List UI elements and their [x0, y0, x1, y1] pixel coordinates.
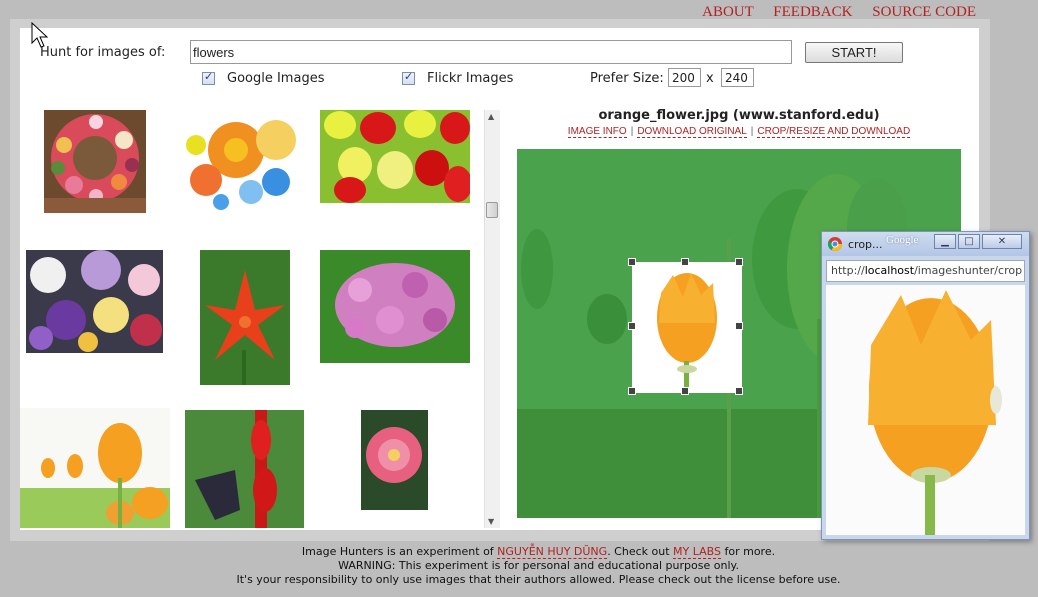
search-input[interactable]: flowers: [190, 40, 792, 64]
minimize-icon[interactable]: ▁: [934, 234, 956, 249]
chrome-icon: [828, 237, 842, 251]
width-input[interactable]: 200: [668, 68, 701, 87]
crop-handle-n[interactable]: [681, 258, 689, 266]
my-labs-link[interactable]: MY LABS: [673, 545, 721, 559]
url-scheme: http://: [831, 264, 865, 277]
popup-titlebar[interactable]: crop... Google ▁ □ ✕: [822, 232, 1029, 256]
red-lily-image: [200, 250, 290, 385]
thumbnail-red-lily[interactable]: [200, 250, 290, 385]
thumbnail-orange-tulips-field[interactable]: [20, 408, 170, 528]
footer-text-c: for more.: [720, 545, 776, 558]
scrollbar-thumb[interactable]: [486, 202, 498, 218]
size-separator: x: [706, 71, 714, 86]
crop-handle-s[interactable]: [681, 387, 689, 395]
popup-address-bar[interactable]: http://localhost/imageshunter/crop: [826, 260, 1025, 282]
flickr-images-label: Flickr Images: [427, 71, 514, 86]
source-code-link[interactable]: SOURCE CODE: [872, 4, 976, 20]
scroll-up-icon[interactable]: ▲: [488, 112, 494, 121]
link-separator: |: [750, 126, 754, 137]
flickr-images-checkbox[interactable]: [402, 70, 415, 85]
crop-resize-download-link[interactable]: CROP/RESIZE AND DOWNLOAD: [757, 126, 911, 138]
crop-handle-sw[interactable]: [628, 387, 636, 395]
footer-text-b: . Check out: [607, 545, 674, 558]
start-button[interactable]: START!: [805, 42, 903, 63]
maximize-icon[interactable]: □: [958, 234, 980, 249]
painted-flowers-image: [181, 110, 304, 213]
url-path: /imageshunter/crop: [914, 264, 1023, 277]
mouse-cursor-icon: [31, 22, 49, 48]
crop-popup-window: crop... Google ▁ □ ✕ http://localhost/im…: [821, 231, 1030, 540]
footer-text-a: Image Hunters is an experiment of: [301, 545, 498, 558]
google-images-label: Google Images: [227, 71, 325, 86]
pink-spirea-image: [320, 250, 470, 363]
search-label: Hunt for images of:: [40, 45, 166, 60]
pink-camellia-image: [361, 410, 428, 510]
prefer-size-label: Prefer Size:: [590, 71, 664, 86]
preview-title: orange_flower.jpg (www.stanford.edu): [598, 108, 880, 123]
link-separator: |: [630, 126, 634, 137]
footer: Image Hunters is an experiment of NGUYỄN…: [0, 545, 1038, 587]
thumbnail-butterfly-red-flower[interactable]: [185, 410, 304, 528]
footer-license: It's your responsibility to only use ima…: [236, 573, 841, 586]
flower-wreath-image: [44, 110, 146, 213]
thumbnails-scrollbar[interactable]: ▲ ▼: [484, 110, 500, 528]
thumbnail-painted-flowers[interactable]: [181, 110, 304, 213]
crop-handle-ne[interactable]: [735, 258, 743, 266]
footer-warning: WARNING: This experiment is for personal…: [338, 559, 739, 572]
scroll-down-icon[interactable]: ▼: [488, 517, 494, 526]
orange-tulips-field-image: [20, 408, 170, 528]
popup-content: [826, 285, 1025, 535]
thumbnail-red-yellow-tulips[interactable]: [320, 110, 470, 203]
close-icon[interactable]: ✕: [982, 234, 1022, 249]
url-host: localhost: [864, 264, 915, 277]
thumbnail-flower-wreath[interactable]: [44, 110, 146, 213]
thumbnail-pink-spirea[interactable]: [320, 250, 470, 363]
cropped-preview-image: [826, 285, 1025, 535]
butterfly-red-flower-image: [185, 410, 304, 528]
crop-handle-w[interactable]: [628, 322, 636, 330]
popup-title: crop...: [848, 238, 883, 251]
google-images-checkbox[interactable]: [202, 70, 215, 85]
red-yellow-tulips-image: [320, 110, 470, 203]
feedback-link[interactable]: FEEDBACK: [773, 4, 852, 20]
cropped-flower-image: [633, 263, 741, 392]
author-link[interactable]: NGUYỄN HUY DŨNG: [497, 545, 608, 559]
preview-links: IMAGE INFO | DOWNLOAD ORIGINAL | CROP/RESIZE…: [517, 126, 961, 138]
thumbnail-flower-bouquet[interactable]: [26, 250, 163, 353]
image-info-link[interactable]: IMAGE INFO: [567, 126, 627, 138]
thumbnail-pink-camellia[interactable]: [361, 410, 428, 510]
footer-line-1: Image Hunters is an experiment of NGUYỄN…: [0, 545, 1038, 559]
about-link[interactable]: ABOUT: [702, 4, 753, 20]
crop-selection[interactable]: [632, 262, 742, 393]
crop-handle-se[interactable]: [735, 387, 743, 395]
flower-bouquet-image: [26, 250, 163, 353]
download-original-link[interactable]: DOWNLOAD ORIGINAL: [637, 126, 747, 138]
google-watermark: Google: [886, 234, 919, 246]
crop-handle-e[interactable]: [735, 322, 743, 330]
height-input[interactable]: 240: [721, 68, 754, 87]
crop-handle-nw[interactable]: [628, 258, 636, 266]
